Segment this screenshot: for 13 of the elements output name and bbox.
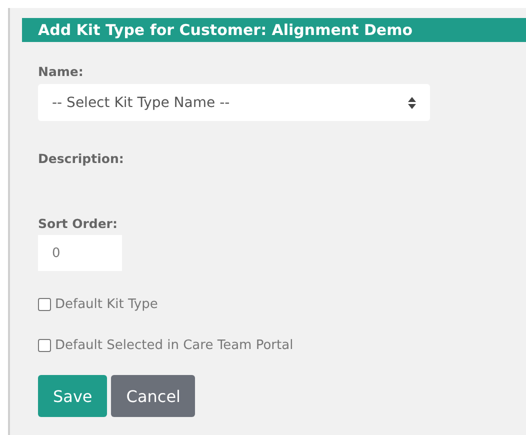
- checkbox[interactable]: [38, 339, 51, 352]
- field-label: Description:: [38, 151, 125, 166]
- checkbox-label: Default Kit Type: [55, 297, 158, 312]
- sort-caret-icon: [408, 96, 416, 108]
- checkbox[interactable]: [38, 298, 51, 311]
- field-label: Sort Order:: [38, 216, 118, 231]
- checkbox-label: Default Selected in Care Team Portal: [55, 338, 294, 353]
- sort-order-input[interactable]: 0: [38, 235, 122, 271]
- kit-type-select[interactable]: -- Select Kit Type Name --: [38, 84, 430, 121]
- cancel-button[interactable]: Cancel: [111, 375, 196, 417]
- field-label: Name:: [38, 64, 84, 79]
- form-title: Add Kit Type for Customer: Alignment Demo: [22, 18, 526, 42]
- save-button[interactable]: Save: [38, 375, 108, 417]
